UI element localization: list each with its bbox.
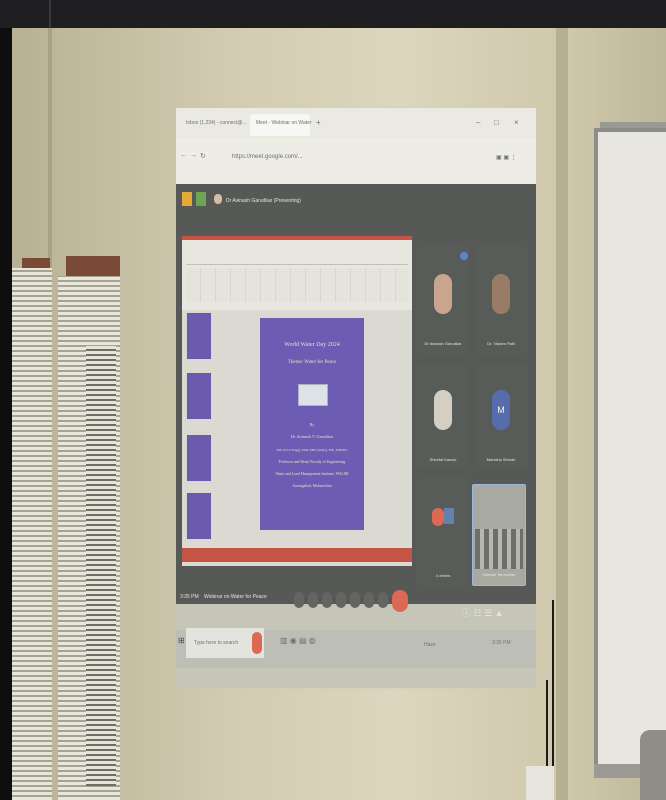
slide-position1: Professor and Head, Faculty of Engineeri… bbox=[278, 460, 346, 464]
slide-title: World Water Day 2024 bbox=[284, 342, 340, 348]
taskbar-clock: 3:35 PM bbox=[492, 640, 511, 646]
participant-name: Manisha Shinde bbox=[486, 457, 516, 462]
blind-rod bbox=[66, 256, 120, 278]
taskbar-search[interactable]: Type here to search bbox=[186, 628, 264, 658]
participant-name: Vaishali Tambolkar bbox=[482, 572, 516, 577]
participant-name: Dr Avinash Garudkar bbox=[424, 341, 462, 346]
slide-thumbnails bbox=[186, 312, 212, 552]
camera-button[interactable] bbox=[308, 592, 318, 608]
participant-name: Sheetal Kasule bbox=[429, 457, 457, 462]
meet-app-icon bbox=[182, 192, 192, 206]
blind-slats bbox=[86, 346, 116, 786]
participant-name: Dr. Vikram Patil bbox=[487, 341, 515, 346]
meeting-side-icons[interactable]: ⓘ ☷ ☰ ▲ bbox=[462, 606, 504, 619]
wall-pillar bbox=[556, 28, 568, 800]
slide-thumbnail[interactable] bbox=[186, 434, 212, 482]
top-black-bar bbox=[0, 0, 666, 28]
weather-label: Haze bbox=[424, 642, 436, 648]
participant-tile[interactable]: M Manisha Shinde bbox=[474, 362, 528, 470]
chair bbox=[640, 730, 666, 800]
pin-icon bbox=[460, 252, 468, 260]
meeting-title: Webinar on Water for Peace bbox=[204, 594, 267, 600]
meet-header: Dr Avinash Garudkar (Presenting) bbox=[176, 186, 536, 222]
others-avatar bbox=[432, 508, 444, 526]
presenting-label: Dr Avinash Garudkar (Presenting) bbox=[226, 198, 301, 204]
browser-tab-inbox[interactable]: Inbox (1,234) - connect@... bbox=[186, 120, 247, 126]
url-text[interactable]: https://meet.google.com/... bbox=[232, 154, 303, 160]
others-avatar-2 bbox=[444, 508, 454, 524]
minimize-icon[interactable]: – bbox=[476, 118, 480, 127]
extension-icons[interactable]: ▣ ▣ ⋮ bbox=[496, 154, 517, 161]
mic-button[interactable] bbox=[294, 592, 304, 608]
back-icon[interactable]: ← bbox=[180, 152, 187, 159]
participant-tile-self[interactable]: Vaishali Tambolkar bbox=[472, 484, 526, 586]
meeting-time: 3:35 PM bbox=[180, 594, 199, 600]
close-icon[interactable]: × bbox=[514, 118, 519, 127]
taskbar-app-icons[interactable]: ▥ ◉ ▤ ◍ bbox=[280, 636, 316, 645]
ppt-ribbon bbox=[182, 236, 412, 310]
main-slide: World Water Day 2024 Theme: Water for Pe… bbox=[260, 318, 364, 530]
windows-start-icon[interactable]: ⊞ bbox=[178, 636, 185, 645]
ppt-status-bar bbox=[182, 548, 412, 562]
participant-tile[interactable]: Sheetal Kasule bbox=[416, 362, 470, 470]
browser-tab-meet[interactable]: Meet - Webinar on Water bbox=[256, 120, 312, 126]
end-call-button[interactable] bbox=[392, 590, 408, 612]
maximize-icon[interactable]: □ bbox=[494, 118, 499, 127]
browser-tab-bar: Inbox (1,234) - connect@... Meet - Webin… bbox=[176, 108, 536, 138]
audience-video bbox=[475, 529, 523, 569]
participant-tile[interactable]: Dr. Vikram Patil bbox=[474, 246, 528, 354]
slide-thumbnail[interactable] bbox=[186, 312, 212, 360]
slide-position2: Water and Land Management Institute, WAL… bbox=[275, 472, 349, 476]
slide-theme: Theme: Water for Peace bbox=[287, 360, 337, 365]
reload-icon[interactable]: ↻ bbox=[200, 152, 206, 160]
slide-author: Dr Avinash V Garudkar bbox=[290, 434, 334, 439]
window-blind-left bbox=[12, 268, 52, 800]
reactions-button[interactable] bbox=[350, 592, 360, 608]
search-highlight-icon bbox=[252, 632, 262, 654]
present-button[interactable] bbox=[336, 592, 346, 608]
meet-controls: 3:35 PM Webinar on Water for Peace ⓘ ☷ ☰… bbox=[176, 580, 536, 630]
forward-icon[interactable]: → bbox=[190, 152, 197, 159]
search-placeholder: Type here to search bbox=[194, 640, 239, 646]
new-tab-icon[interactable]: + bbox=[316, 118, 321, 127]
whiteboard bbox=[594, 128, 666, 776]
browser-address-bar: ← → ↻ https://meet.google.com/... ▣ ▣ ⋮ bbox=[176, 138, 536, 185]
participant-tile[interactable]: 4 others bbox=[416, 478, 470, 586]
slide-thumbnail[interactable] bbox=[186, 372, 212, 420]
slide-by: By bbox=[309, 422, 315, 427]
presenter-avatar bbox=[214, 194, 222, 204]
slide-degrees: ME (Civil Engg), PhD, MIE (India), FIE, … bbox=[276, 448, 348, 452]
left-edge bbox=[0, 28, 12, 800]
raise-hand-button[interactable] bbox=[364, 592, 374, 608]
meet-app-icon-2 bbox=[196, 192, 206, 206]
slide-thumbnail[interactable] bbox=[186, 492, 212, 540]
participant-initial: M bbox=[492, 390, 510, 430]
participant-tile[interactable]: Dr Avinash Garudkar bbox=[416, 246, 470, 354]
captions-button[interactable] bbox=[322, 592, 332, 608]
participant-name: 4 others bbox=[435, 573, 451, 578]
wall-outlet bbox=[526, 766, 554, 800]
slide-logo bbox=[298, 384, 328, 406]
slide-city: Aurangabad, Maharashtra bbox=[292, 484, 332, 488]
more-options-button[interactable] bbox=[378, 592, 388, 608]
